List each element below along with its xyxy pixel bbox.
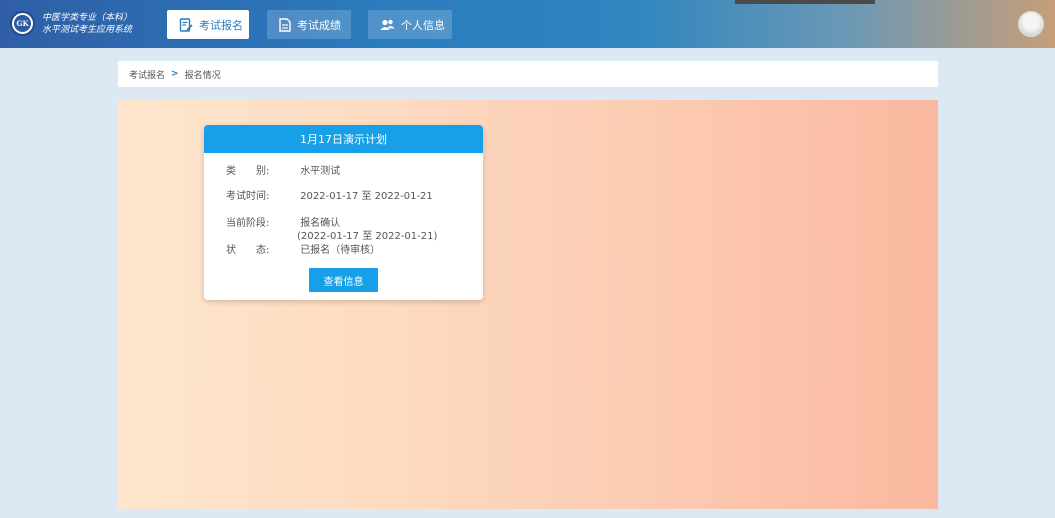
- field-label: 当前阶段:: [226, 218, 270, 229]
- nav-personal-info[interactable]: 个人信息: [368, 10, 452, 39]
- field-value: 已报名（待审核）: [300, 245, 381, 256]
- brand-line-1: 中医学类专业（本科）: [42, 13, 133, 23]
- overlay-bar: [735, 0, 875, 4]
- field-value: 水平测试: [300, 166, 341, 177]
- field-exam-time: 考试时间: 2022-01-17 至 2022-01-21: [226, 187, 433, 202]
- nav-exam-scores[interactable]: 考试成绩: [267, 10, 351, 39]
- card-title: 1月17日演示计划: [204, 125, 483, 153]
- field-label: 类 别:: [226, 166, 270, 177]
- breadcrumb: 考试报名 > 报名情况: [118, 61, 938, 87]
- field-category: 类 别: 水平测试: [226, 162, 340, 177]
- field-label: 考试时间:: [226, 191, 270, 202]
- breadcrumb-separator: >: [171, 69, 179, 79]
- nav-label: 考试报名: [199, 18, 243, 32]
- breadcrumb-current: 报名情况: [184, 70, 221, 81]
- logo-emblem: GK: [14, 15, 31, 32]
- field-label: 状 态:: [226, 245, 270, 256]
- user-avatar[interactable]: [1018, 11, 1044, 37]
- app-logo: GK: [10, 11, 35, 36]
- breadcrumb-root[interactable]: 考试报名: [129, 68, 165, 81]
- field-current-stage-range: (2022-01-17 至 2022-01-21): [297, 231, 438, 242]
- nav-exam-registration[interactable]: 考试报名: [167, 10, 249, 39]
- exam-plan-card: 1月17日演示计划 类 别: 水平测试 考试时间: 2022-01-17 至 2…: [204, 125, 483, 300]
- nav-label: 个人信息: [401, 18, 445, 32]
- view-info-button[interactable]: 查看信息: [309, 268, 378, 292]
- app-brand: 中医学类专业（本科） 水平测试考生应用系统: [42, 12, 132, 36]
- main-content: 1月17日演示计划 类 别: 水平测试 考试时间: 2022-01-17 至 2…: [118, 100, 938, 509]
- nav-label: 考试成绩: [297, 18, 341, 32]
- field-value: 2022-01-17 至 2022-01-21: [300, 191, 433, 202]
- document-icon: [279, 17, 291, 32]
- header-bar: GK 中医学类专业（本科） 水平测试考生应用系统 考试报名 考试成绩 个人信息: [0, 0, 1055, 48]
- brand-line-2: 水平测试考生应用系统: [42, 25, 133, 35]
- users-icon: [380, 19, 395, 30]
- field-status: 状 态: 已报名（待审核）: [226, 241, 380, 256]
- document-edit-icon: [179, 17, 193, 32]
